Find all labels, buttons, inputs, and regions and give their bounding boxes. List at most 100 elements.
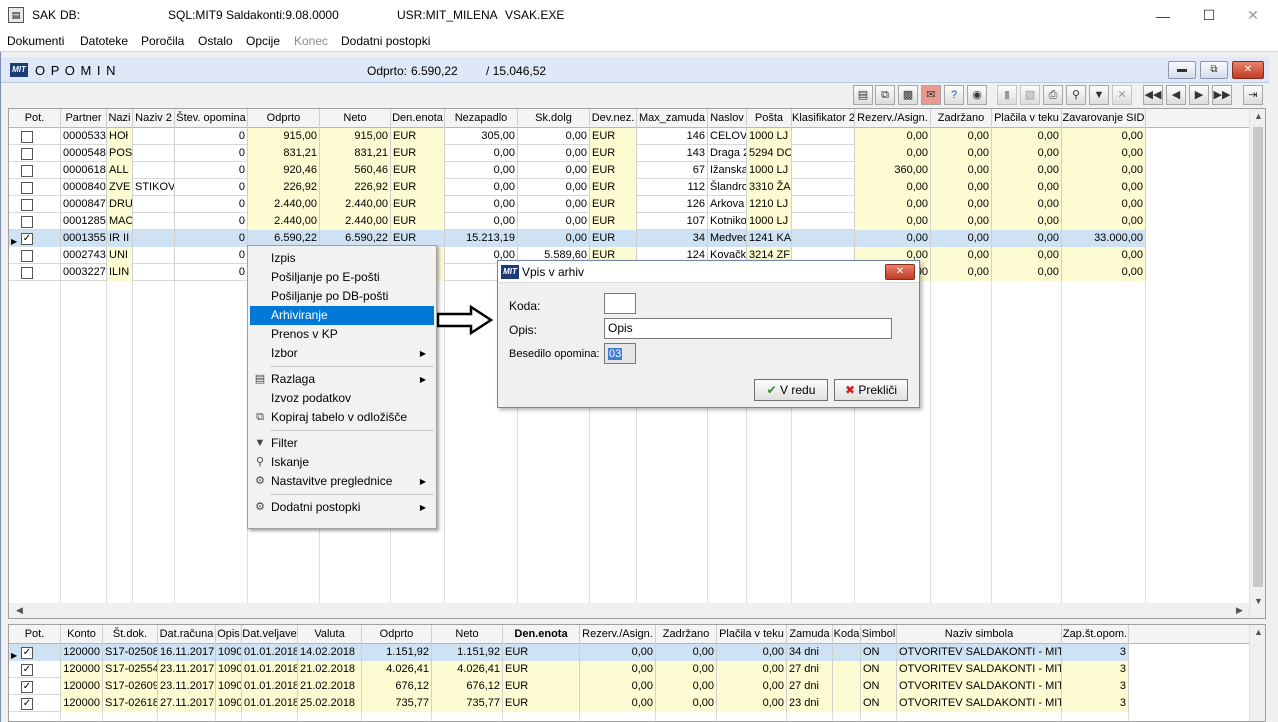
partner-grid-hscroll[interactable]: ◀ ▶ bbox=[9, 603, 1249, 618]
menu-item-email[interactable]: Pošiljanje po E-pošti bbox=[250, 268, 434, 287]
column-header[interactable]: Opis bbox=[216, 625, 242, 644]
column-header[interactable]: Dat.veljave bbox=[242, 625, 298, 644]
column-header[interactable]: Max_zamuda bbox=[637, 109, 708, 128]
help-icon[interactable]: ? bbox=[944, 85, 964, 105]
checkbox[interactable]: ✓ bbox=[21, 698, 33, 710]
menu-item-nastavitve[interactable]: ⚙ Nastavitve preglednice ▶ bbox=[250, 472, 434, 491]
table-row[interactable]: 0000533 HOł 0 915,00 915,00 EUR 305,00 0,00 EUR 1… bbox=[9, 128, 1146, 145]
menu-item-izvoz[interactable]: Izvoz podatkov bbox=[250, 389, 434, 408]
filter-icon[interactable]: ▼ bbox=[1089, 85, 1109, 105]
table-row[interactable]: ✓ 120000S17-0255423.11.20171090501.01.201… bbox=[9, 661, 1129, 678]
column-header[interactable]: Simbol bbox=[861, 625, 897, 644]
dialog-close-icon[interactable]: ✕ bbox=[885, 264, 915, 280]
table-row[interactable]: 0000618 ALL 0 920,46 560,46 EUR 0,00 0,00 EUR 67 I… bbox=[9, 162, 1146, 179]
row-checkbox-cell[interactable]: ✓ bbox=[9, 678, 61, 695]
column-header[interactable]: Rezerv./Asign. bbox=[580, 625, 656, 644]
row-checkbox-cell[interactable] bbox=[9, 196, 61, 213]
row-checkbox-cell[interactable]: ▶ ✓ bbox=[9, 230, 61, 247]
menu-datoteke[interactable]: Datoteke bbox=[80, 34, 128, 48]
table-row[interactable]: ▶✓120000S17-0250816.11.20171090501.01.20… bbox=[9, 644, 1129, 661]
document-grid-vscroll[interactable]: ▲ bbox=[1249, 625, 1265, 721]
camera-icon[interactable]: ◉ bbox=[967, 85, 987, 105]
column-header[interactable]: Zamuda bbox=[787, 625, 833, 644]
column-header[interactable]: Konto bbox=[61, 625, 103, 644]
menu-item-iskanje[interactable]: ⚲ Iskanje bbox=[250, 453, 434, 472]
menu-item-arhiviranje[interactable]: Arhiviranje bbox=[250, 306, 434, 325]
column-header[interactable]: Partner bbox=[61, 109, 107, 128]
menu-item-izpis[interactable]: Izpis bbox=[250, 249, 434, 268]
menu-dodatni-postopki[interactable]: Dodatni postopki bbox=[341, 34, 430, 48]
opis-input[interactable]: Opis bbox=[604, 318, 892, 339]
table-row[interactable]: 0000548 POS 0 831,21 831,21 EUR 0,00 0,00 EUR 143… bbox=[9, 145, 1146, 162]
column-header[interactable]: Klasifikator 2 bbox=[792, 109, 855, 128]
column-header[interactable]: Nezapadlo bbox=[445, 109, 518, 128]
table-row[interactable]: ✓ 120000S17-0260923.11.20171090501.01.201… bbox=[9, 678, 1129, 695]
column-header[interactable]: Štev. opomina bbox=[175, 109, 248, 128]
export-icon[interactable]: ▩ bbox=[898, 85, 918, 105]
print-icon[interactable]: ⎙ bbox=[1043, 85, 1063, 105]
column-header[interactable]: Naslov bbox=[708, 109, 747, 128]
menu-porocila[interactable]: Poročila bbox=[141, 34, 184, 48]
copy-icon[interactable]: ⧉ bbox=[875, 85, 895, 105]
checkbox[interactable] bbox=[21, 199, 33, 211]
menu-opcije[interactable]: Opcije bbox=[246, 34, 280, 48]
partner-grid-vscroll[interactable]: ▲ ▼ bbox=[1249, 109, 1265, 618]
row-checkbox-cell[interactable]: ▶ ✓ bbox=[9, 644, 61, 661]
table-row[interactable]: ✓ 120000S17-0261827.11.20171090501.01.201… bbox=[9, 695, 1129, 712]
column-header[interactable]: Plačila v teku bbox=[717, 625, 787, 644]
column-header[interactable]: Den.enota bbox=[391, 109, 445, 128]
column-header[interactable]: Rezerv./Asign. bbox=[855, 109, 931, 128]
checkbox[interactable]: ✓ bbox=[21, 681, 33, 693]
column-header[interactable]: Naziv simbola bbox=[897, 625, 1062, 644]
row-checkbox-cell[interactable] bbox=[9, 162, 61, 179]
inner-close-icon[interactable]: ✕ bbox=[1232, 61, 1264, 79]
checkbox[interactable] bbox=[21, 250, 33, 262]
inner-restore-icon[interactable]: ⧉ bbox=[1200, 61, 1228, 79]
column-header[interactable]: Odprto bbox=[248, 109, 320, 128]
column-header[interactable]: Zadržano bbox=[931, 109, 992, 128]
row-checkbox-cell[interactable] bbox=[9, 128, 61, 145]
column-header[interactable]: Pošta bbox=[747, 109, 792, 128]
menu-item-copy-table[interactable]: ⧉ Kopiraj tabelo v odložišče bbox=[250, 408, 434, 427]
prev-record-icon[interactable]: ◀ bbox=[1166, 85, 1186, 105]
maximize-icon[interactable]: ☐ bbox=[1186, 0, 1232, 31]
column-header[interactable]: Pot. bbox=[9, 109, 61, 128]
column-header[interactable]: Nazi bbox=[107, 109, 133, 128]
checkbox[interactable]: ✓ bbox=[21, 233, 33, 245]
checkbox[interactable] bbox=[21, 216, 33, 228]
column-header[interactable]: Koda bbox=[833, 625, 861, 644]
row-checkbox-cell[interactable]: ✓ bbox=[9, 661, 61, 678]
row-checkbox-cell[interactable] bbox=[9, 179, 61, 196]
column-header[interactable]: Neto bbox=[432, 625, 503, 644]
checkbox[interactable] bbox=[21, 131, 33, 143]
minimize-icon[interactable]: — bbox=[1140, 0, 1186, 31]
menu-item-prenos-kp[interactable]: Prenos v KP bbox=[250, 325, 434, 344]
column-header[interactable]: Naziv 2 bbox=[133, 109, 175, 128]
menu-item-dodatni[interactable]: ⚙ Dodatni postopki ▶ bbox=[250, 498, 434, 517]
table-row[interactable]: 0001285 MAC 0 2.440,00 2.440,00 EUR 0,00 0,00 EU… bbox=[9, 213, 1146, 230]
table-row[interactable]: 0000840 ZVE STIKOV 0 226,92 226,92 EUR 0,00 0,00… bbox=[9, 179, 1146, 196]
close-icon[interactable]: ✕ bbox=[1230, 0, 1276, 31]
row-checkbox-cell[interactable]: ✓ bbox=[9, 695, 61, 712]
checkbox[interactable]: ✓ bbox=[21, 664, 33, 676]
column-header[interactable]: Št.dok. bbox=[103, 625, 158, 644]
preview-icon[interactable]: ▤ bbox=[853, 85, 873, 105]
column-header[interactable]: Sk.dolg bbox=[518, 109, 590, 128]
koda-input[interactable] bbox=[604, 293, 636, 314]
column-header[interactable]: Pot. bbox=[9, 625, 61, 644]
column-header[interactable]: Zap.št.opom. bbox=[1062, 625, 1129, 644]
cancel-button[interactable]: ✖ Prekliči bbox=[834, 379, 908, 401]
menu-dokumenti[interactable]: Dokumenti bbox=[7, 34, 64, 48]
ok-button[interactable]: ✔ V redu bbox=[754, 379, 828, 401]
row-checkbox-cell[interactable] bbox=[9, 145, 61, 162]
table-row[interactable]: 0000847 DRU 0 2.440,00 2.440,00 EUR 0,00 0,00 EU… bbox=[9, 196, 1146, 213]
menu-ostalo[interactable]: Ostalo bbox=[198, 34, 233, 48]
next-record-icon[interactable]: ▶ bbox=[1189, 85, 1209, 105]
menu-item-izbor[interactable]: Izbor ▶ bbox=[250, 344, 434, 363]
exit-icon[interactable]: ⇥ bbox=[1243, 85, 1263, 105]
checkbox[interactable] bbox=[21, 267, 33, 279]
column-header[interactable]: Valuta bbox=[298, 625, 362, 644]
row-checkbox-cell[interactable] bbox=[9, 264, 61, 281]
column-header[interactable]: Dat.računa bbox=[158, 625, 216, 644]
besedilo-input[interactable]: 03 bbox=[604, 343, 636, 364]
